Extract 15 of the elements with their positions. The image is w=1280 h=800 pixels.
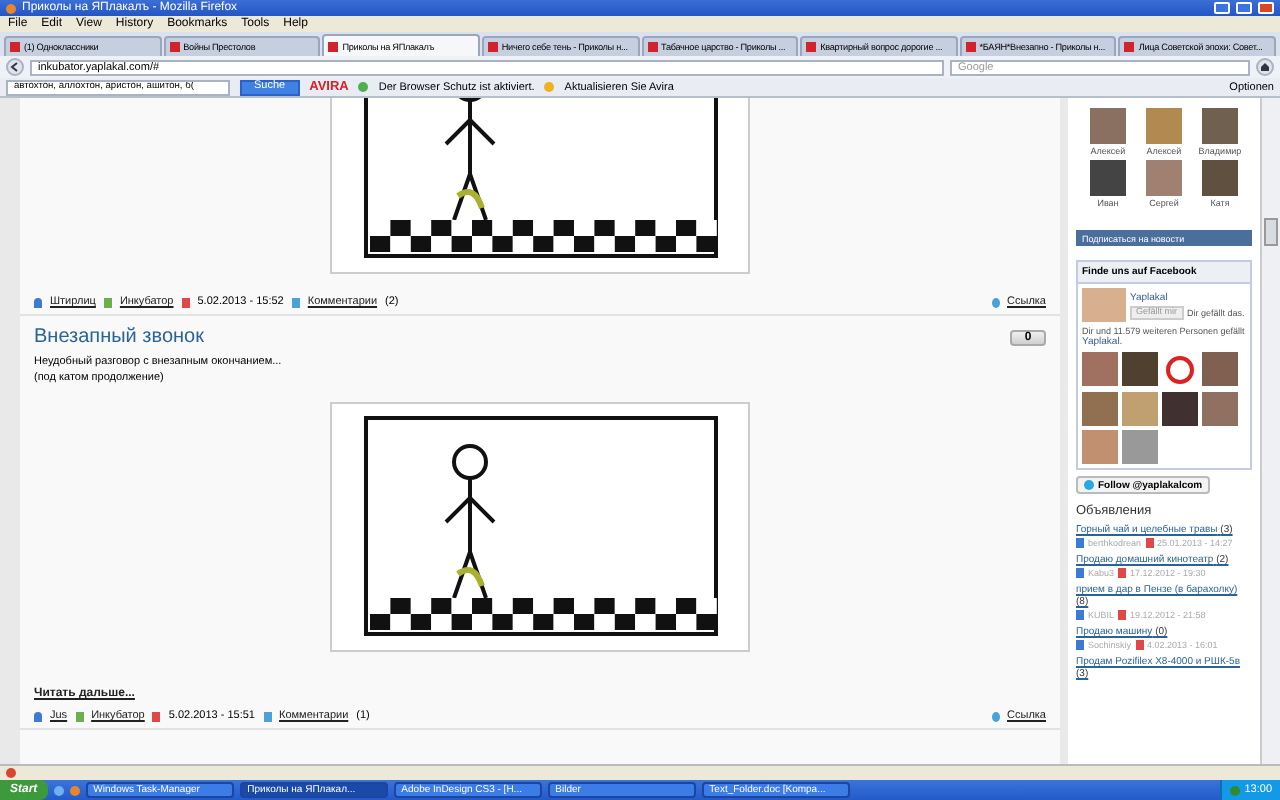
avatar-photo[interactable] <box>1090 160 1126 196</box>
avatar-photo[interactable] <box>1090 108 1126 144</box>
avatar-photo[interactable] <box>1202 160 1238 196</box>
maximize-button[interactable] <box>1236 2 1252 14</box>
scrollbar-thumb[interactable] <box>1264 218 1278 246</box>
home-icon <box>1260 62 1270 72</box>
back-button[interactable] <box>6 58 24 76</box>
minimize-button[interactable] <box>1214 2 1230 14</box>
page-photo <box>1082 288 1126 322</box>
close-button[interactable] <box>1258 2 1274 14</box>
avatar-photo[interactable] <box>1146 160 1182 196</box>
avatar-photo[interactable] <box>1202 108 1238 144</box>
home-button[interactable] <box>1256 58 1274 76</box>
avatar-photo[interactable] <box>1146 108 1182 144</box>
post-title[interactable]: Внезапный звонок <box>34 326 204 348</box>
